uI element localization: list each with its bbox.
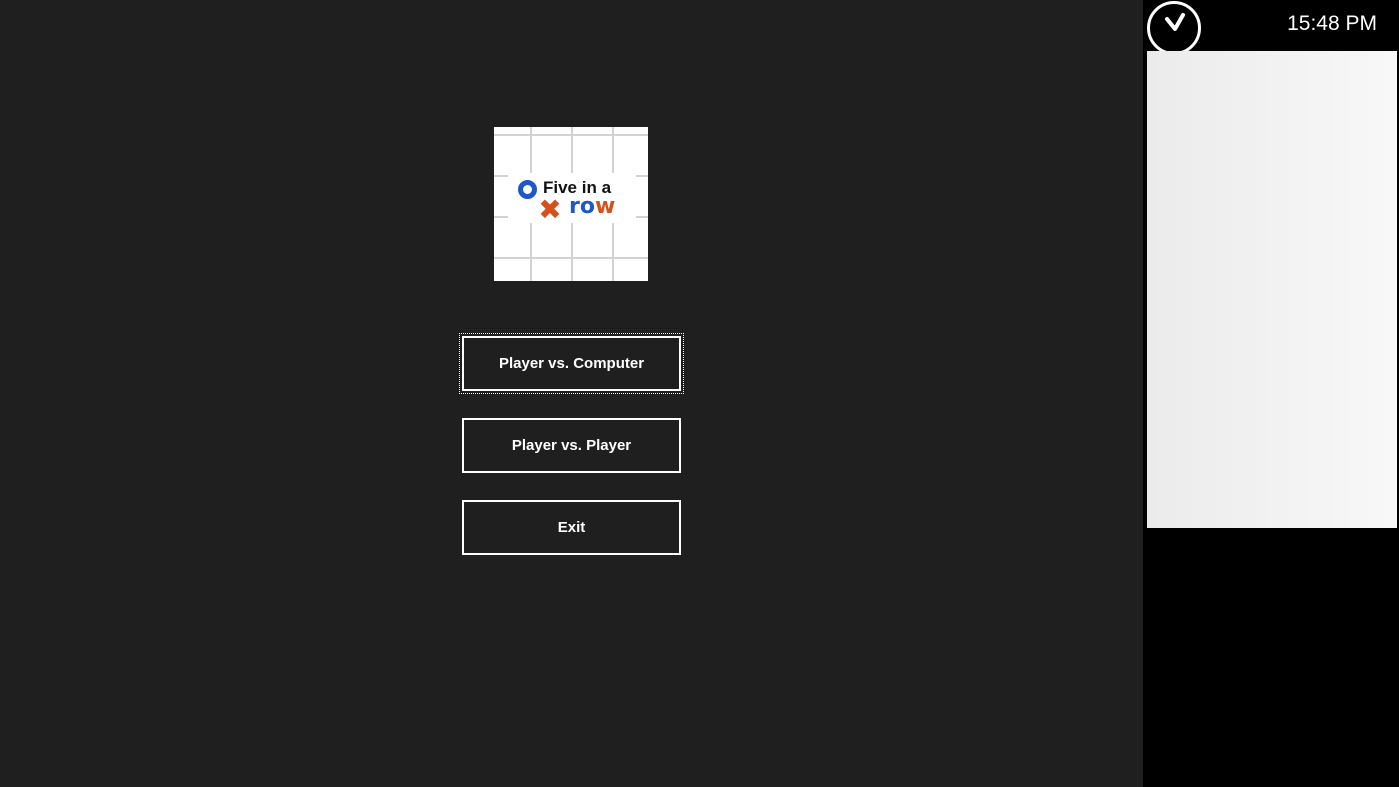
screen: ✖ Five in a row Player vs. Computer Play… — [0, 0, 1399, 787]
x-mark-icon: ✖ — [538, 193, 562, 226]
o-mark-icon — [518, 180, 537, 199]
clock-time: 15:48 PM — [1287, 12, 1377, 35]
side-content-pane — [1147, 51, 1397, 528]
clock-icon[interactable] — [1147, 1, 1201, 55]
side-panel: 15:48 PM — [1143, 0, 1399, 787]
player-vs-player-button[interactable]: Player vs. Player — [462, 418, 681, 473]
logo-title-w: w — [594, 194, 616, 219]
logo-title-ro: ro — [569, 194, 595, 219]
game-logo: ✖ Five in a row — [494, 127, 648, 281]
clock-hands — [1165, 13, 1185, 31]
app-main: ✖ Five in a row Player vs. Computer Play… — [0, 0, 1143, 787]
logo-title-line2: row — [569, 194, 615, 219]
player-vs-computer-button[interactable]: Player vs. Computer — [459, 333, 684, 394]
exit-button[interactable]: Exit — [462, 500, 681, 555]
